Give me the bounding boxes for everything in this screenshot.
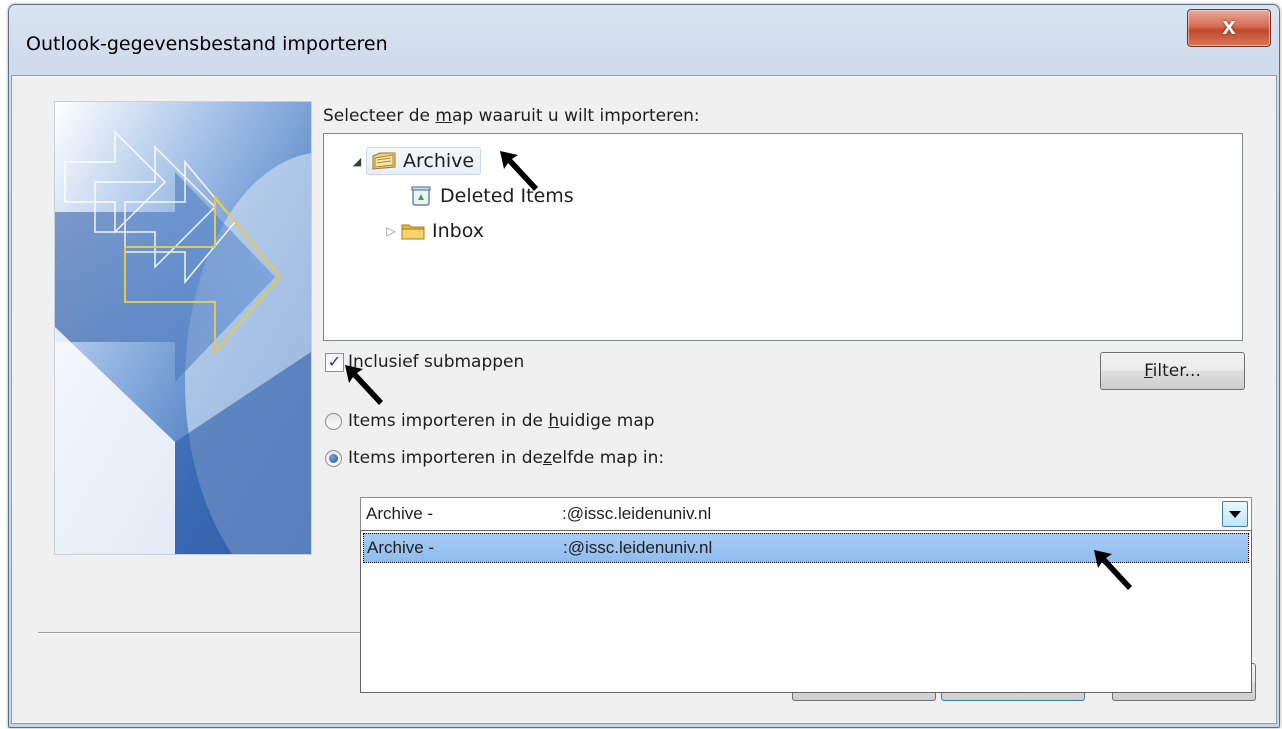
close-button[interactable]: x <box>1187 9 1271 47</box>
radio-current-folder[interactable] <box>325 412 342 430</box>
tree-item-label: Archive <box>403 150 475 172</box>
combo-value-account: :@issc.leidenuniv.nl <box>562 504 712 523</box>
folder-icon <box>401 224 425 240</box>
tree-item-archive-highlight[interactable]: Archive <box>366 147 482 175</box>
radio-import-same-folder[interactable]: Items importeren in dezelfde map in: <box>325 448 664 468</box>
filter-button-label: Filter... <box>1144 361 1201 381</box>
dialog-window: Outlook-gegevensbestand importeren x Sel… <box>8 4 1280 728</box>
title-bar[interactable]: Outlook-gegevensbestand importeren x <box>9 5 1279 77</box>
window-title: Outlook-gegevensbestand importeren <box>26 33 388 55</box>
pst-archive-icon <box>372 152 396 170</box>
dialog-client-area: Selecteer de map waaruit u wilt importer… <box>11 75 1277 724</box>
option-account: :@issc.leidenuniv.nl <box>563 538 713 557</box>
select-folder-label: Selecteer de map waaruit u wilt importer… <box>323 106 700 126</box>
tree-item-inbox[interactable]: ▷ Inbox <box>382 216 484 246</box>
combo-dropdown-button[interactable] <box>1222 501 1248 527</box>
tree-item-label: Inbox <box>432 220 484 242</box>
wizard-side-image <box>54 101 312 555</box>
chevron-down-icon <box>1229 510 1241 518</box>
folder-tree[interactable]: ◢ Archive Deleted Items ▷ Inbox <box>323 133 1243 341</box>
close-icon: x <box>1222 13 1236 40</box>
wizard-arrows-illustration <box>55 102 311 554</box>
tree-expanded-icon[interactable]: ◢ <box>348 155 366 168</box>
radio-same-folder-label: Items importeren in dezelfde map in: <box>348 448 665 468</box>
radio-same-folder[interactable] <box>325 449 342 467</box>
option-name: Archive - <box>367 538 435 557</box>
target-folder-combobox[interactable]: Archive - :@issc.leidenuniv.nl <box>360 497 1252 531</box>
checkmark-icon: ✓ <box>327 352 342 371</box>
recycle-bin-icon <box>411 186 431 206</box>
filter-button[interactable]: Filter... <box>1100 352 1245 390</box>
tree-collapsed-icon[interactable]: ▷ <box>382 224 400 238</box>
annotation-arrow-icon <box>500 151 538 191</box>
combo-value-name: Archive - <box>366 504 434 523</box>
annotation-arrow-icon <box>345 365 383 405</box>
tree-item-archive[interactable]: ◢ Archive <box>348 146 482 176</box>
annotation-arrow-icon <box>1094 550 1132 590</box>
